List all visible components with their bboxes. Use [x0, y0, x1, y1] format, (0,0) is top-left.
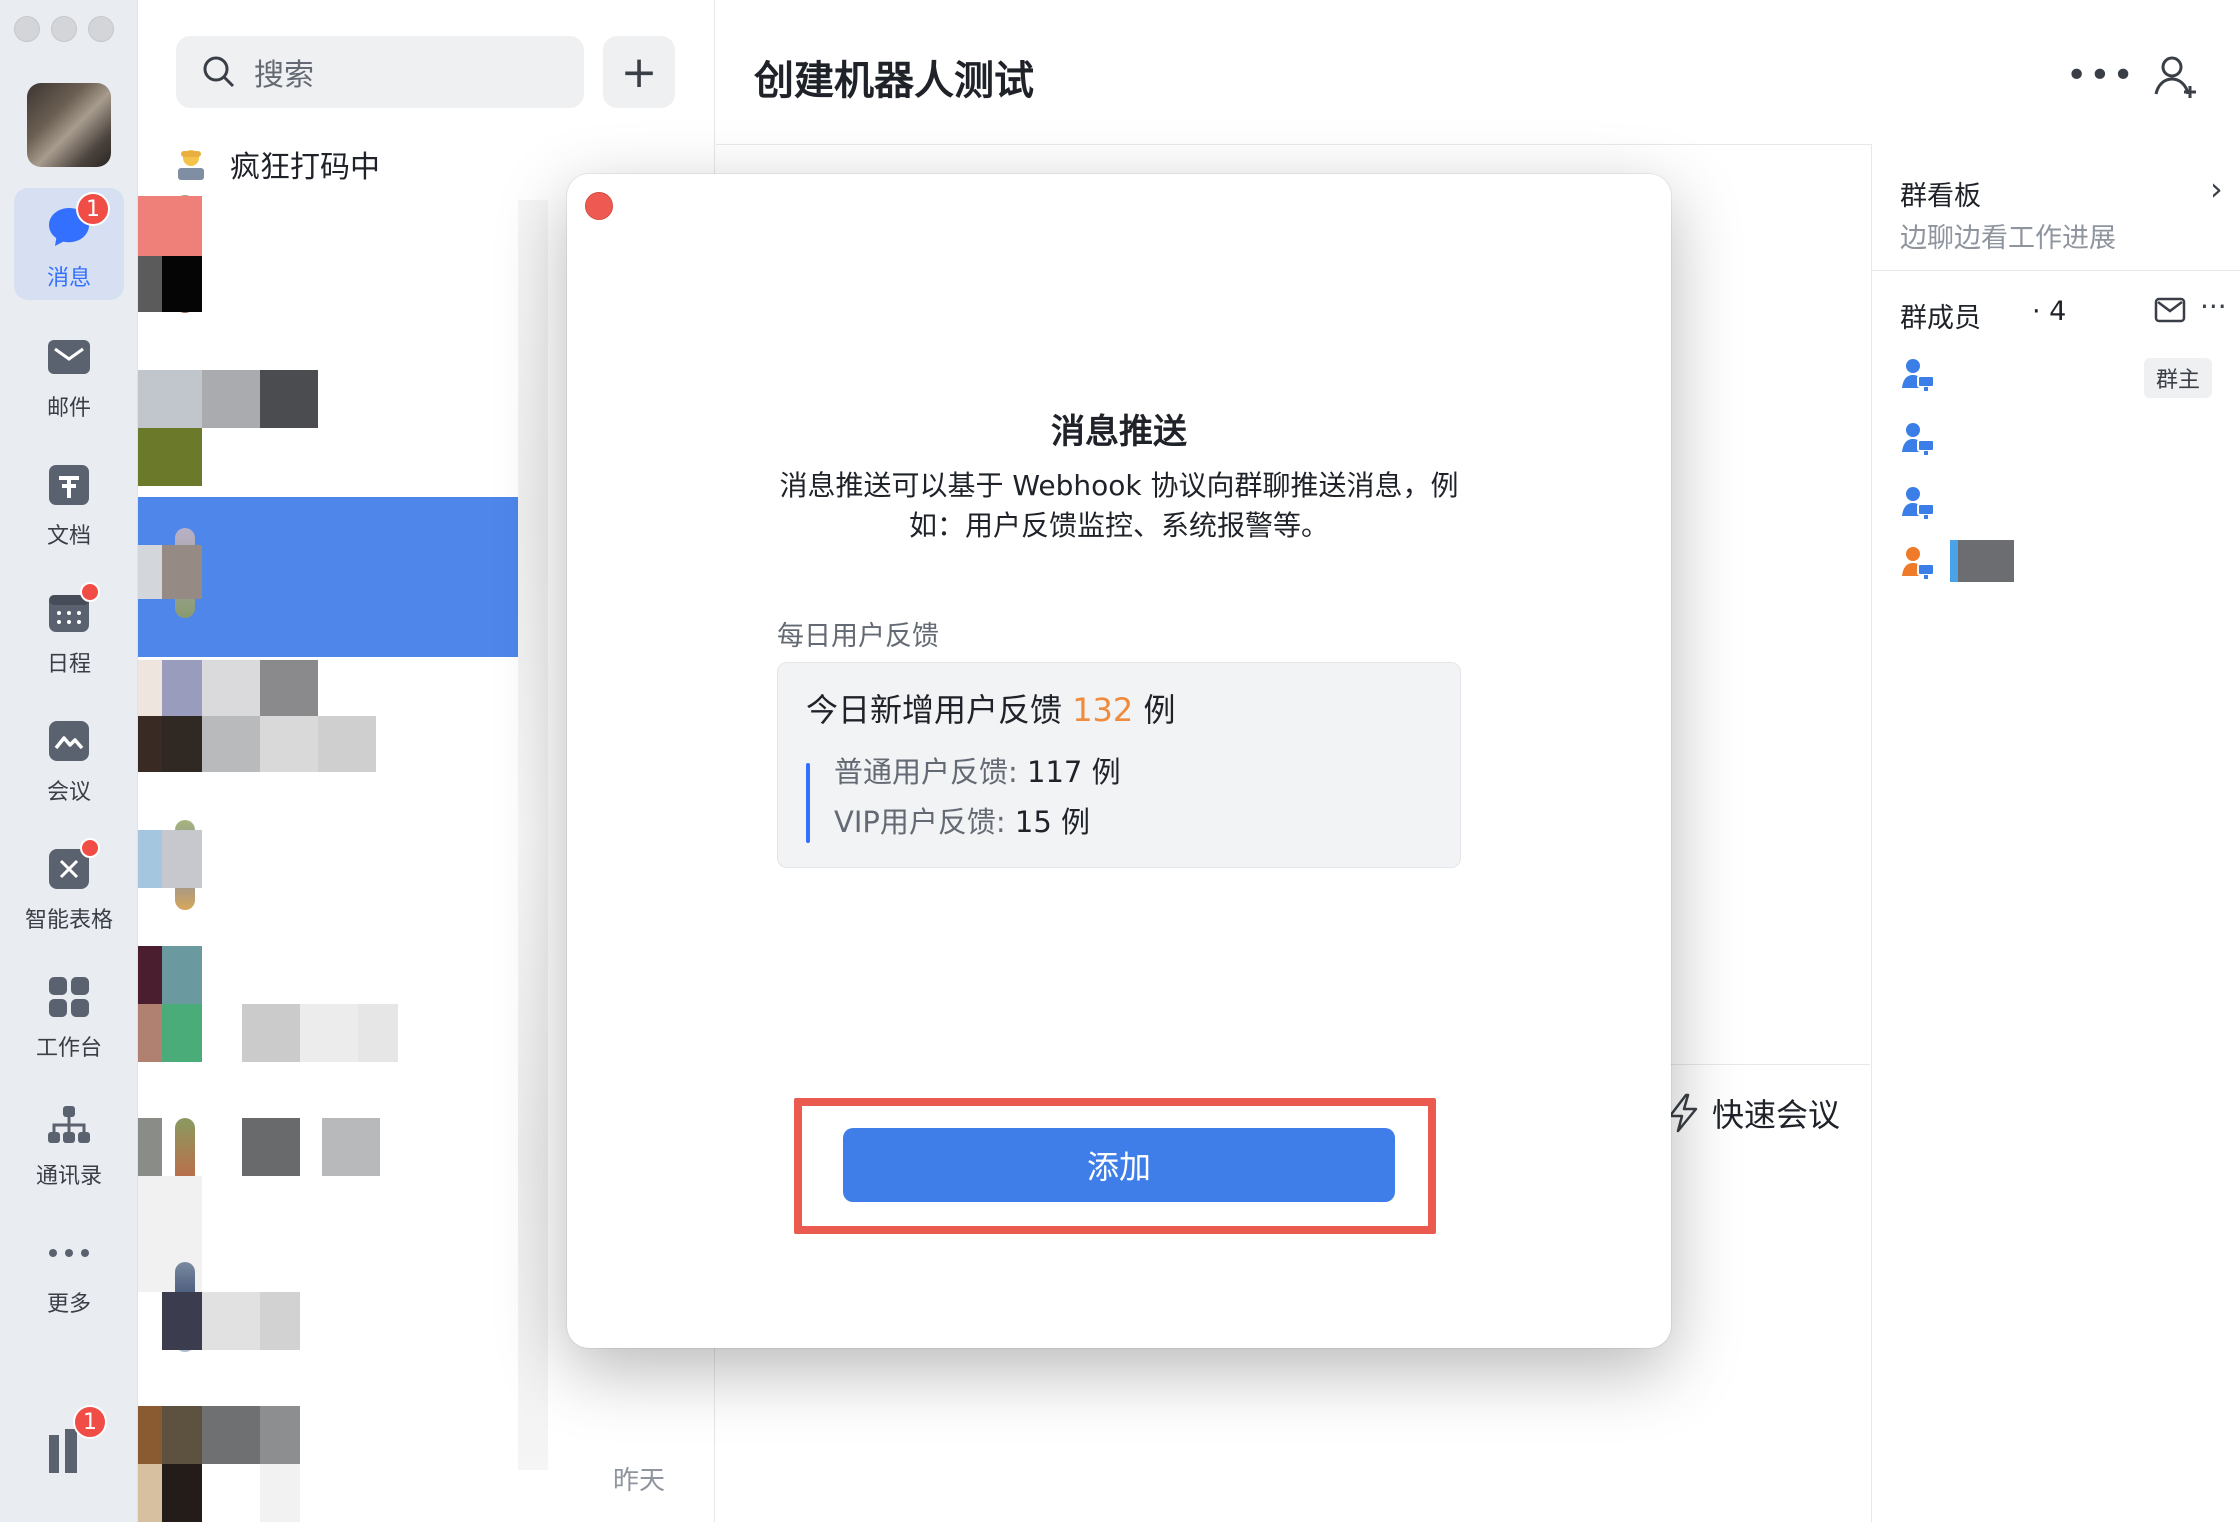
members-more-button[interactable]: ··· [2200, 290, 2227, 323]
redacted-name [1950, 540, 1958, 582]
chevron-right-icon: › [2210, 170, 2223, 208]
dialog-description: 消息推送可以基于 Webhook 协议向群聊推送消息，例如：用户反馈监控、系统报… [779, 469, 1459, 542]
nav-label: 会议 [46, 780, 91, 805]
coding-emoji-icon [178, 150, 204, 180]
card-headline-suffix: 例 [1133, 691, 1176, 729]
side-divider [1872, 270, 2240, 271]
mail-icon [46, 334, 92, 380]
card-headline-prefix: 今日新增用户反馈 [806, 691, 1073, 729]
calendar-notify-dot [80, 582, 100, 602]
bot-member-icon [1902, 359, 1935, 391]
nav-item-mail[interactable]: 邮件 [14, 318, 124, 430]
docs-icon [46, 462, 92, 508]
example-message-card: 今日新增用户反馈 132 例 普通用户反馈: 117 例 VIP用户反馈: 15… [777, 662, 1461, 868]
create-button[interactable]: + [603, 36, 675, 108]
window-controls [14, 16, 114, 42]
nav-item-docs[interactable]: 文档 [14, 446, 124, 558]
vip-feedback-value: 15 例 [1014, 805, 1090, 839]
nav-item-contacts[interactable]: 通讯录 [14, 1086, 124, 1198]
card-headline: 今日新增用户反馈 132 例 [806, 685, 1175, 731]
card-quote-bar [806, 763, 810, 843]
smart-sheet-notify-dot [80, 838, 100, 858]
nav-item-messages[interactable]: 1 消息 [14, 188, 124, 300]
normal-feedback-label: 普通用户反馈: [834, 755, 1027, 789]
card-normal-line: 普通用户反馈: 117 例 [834, 749, 1121, 791]
window-close-button[interactable] [14, 16, 40, 42]
example-section-label: 每日用户反馈 [777, 621, 939, 652]
owner-tag: 群主 [2144, 358, 2213, 398]
nav-label: 文档 [46, 524, 91, 549]
calendar-icon [46, 582, 100, 636]
vip-feedback-label: VIP用户反馈: [834, 805, 1015, 839]
window-zoom-button[interactable] [88, 16, 114, 42]
message-icon: 1 [46, 192, 110, 250]
nav-label: 通讯录 [35, 1164, 102, 1189]
nav-item-meeting[interactable]: 会议 [14, 702, 124, 814]
nav-item-calendar[interactable]: 日程 [14, 574, 124, 686]
user-status[interactable]: 疯狂打码中 [176, 142, 380, 186]
plus-icon: + [620, 46, 658, 98]
message-push-dialog: 消息推送 消息推送可以基于 Webhook 协议向群聊推送消息，例如：用户反馈监… [567, 174, 1671, 1348]
more-options-button[interactable]: ••• [2066, 55, 2136, 96]
add-user-icon [2154, 56, 2196, 98]
nav-item-workbench[interactable]: 工作台 [14, 958, 124, 1070]
lightning-icon [1668, 1093, 1698, 1133]
member-item[interactable] [1900, 540, 2220, 584]
nav-label: 智能表格 [24, 908, 113, 933]
dialog-close-button[interactable] [585, 192, 613, 220]
bot-member-icon [1902, 487, 1935, 519]
add-button[interactable]: 添加 [843, 1128, 1395, 1202]
add-member-button[interactable] [2152, 52, 2202, 102]
contacts-icon [46, 1102, 92, 1148]
smart-sheet-icon [46, 838, 100, 892]
member-item[interactable] [1900, 484, 2220, 524]
search-input[interactable]: 搜索 [176, 36, 584, 108]
search-placeholder: 搜索 [254, 58, 314, 93]
nav-label: 日程 [46, 652, 91, 677]
members-count: · 4 [2032, 296, 2067, 327]
nav-item-more[interactable]: 更多 [14, 1214, 124, 1326]
group-board-subtitle: 边聊边看工作进展 [1900, 223, 2116, 254]
card-headline-number: 132 [1072, 691, 1134, 729]
status-text: 疯狂打码中 [230, 150, 380, 185]
more-icon [46, 1230, 92, 1276]
notifications-badge: 1 [73, 1405, 107, 1439]
window-minimize-button[interactable] [51, 16, 77, 42]
group-board-title: 群看板 [1900, 181, 1981, 212]
nav-label: 消息 [46, 266, 91, 291]
ellipsis-icon: ••• [2066, 55, 2136, 96]
quick-meeting-label: 快速会议 [1712, 1096, 1841, 1134]
meeting-icon [46, 718, 92, 764]
group-side-panel: 群看板 边聊边看工作进展 › 群成员 · 4 ··· 群主 [1871, 144, 2240, 1522]
bot-member-icon [1902, 423, 1935, 455]
workbench-icon [46, 974, 92, 1020]
notifications-button[interactable]: 1 [45, 1405, 107, 1475]
mail-icon[interactable] [2154, 296, 2186, 324]
member-item[interactable] [1900, 420, 2220, 460]
nav-label: 邮件 [46, 396, 91, 421]
redacted-name [1958, 540, 2014, 582]
chat-title: 创建机器人测试 [754, 58, 1034, 104]
nav-item-smart-sheet[interactable]: 智能表格 [14, 830, 124, 942]
nav-label: 更多 [46, 1292, 91, 1317]
left-navigation-rail: 1 消息 邮件 文档 日程 会议 智能表格 工作台 通讯录 更多 1 [0, 0, 138, 1522]
bot-member-icon [1902, 547, 1935, 579]
normal-feedback-value: 117 例 [1027, 755, 1121, 789]
nav-label: 工作台 [35, 1036, 102, 1061]
dialog-title: 消息推送 [1051, 412, 1187, 452]
members-title: 群成员 [1900, 303, 1981, 334]
messages-unread-badge: 1 [76, 192, 110, 226]
search-icon [203, 56, 235, 88]
member-item[interactable]: 群主 [1900, 356, 2220, 398]
chat-time: 昨天 [613, 1466, 666, 1496]
quick-meeting-button[interactable]: 快速会议 [1666, 1090, 1840, 1136]
user-avatar[interactable] [27, 83, 111, 167]
card-vip-line: VIP用户反馈: 15 例 [834, 799, 1090, 841]
